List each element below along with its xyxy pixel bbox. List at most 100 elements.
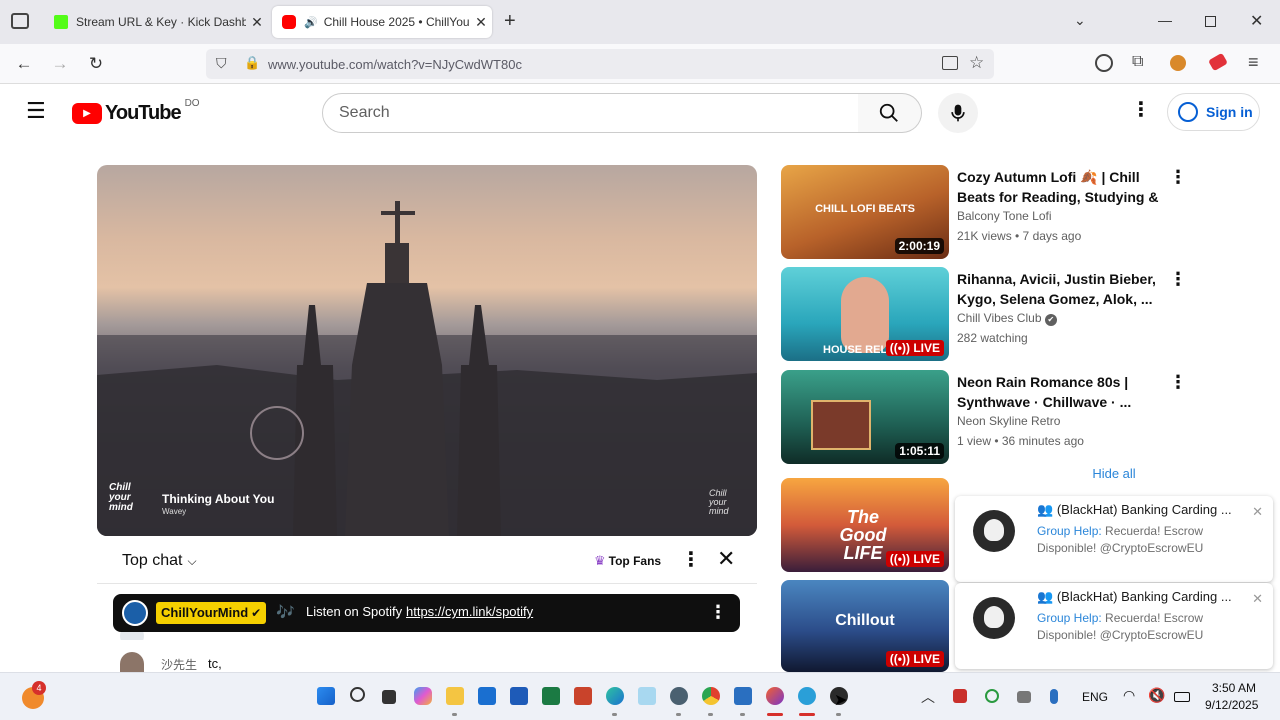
- maximize-window-button[interactable]: [1205, 16, 1216, 27]
- store-icon[interactable]: [478, 687, 496, 705]
- video-player[interactable]: Chill your mind Thinking About You Wavey…: [97, 165, 757, 536]
- action-menu-kebab-icon[interactable]: ⋮: [1169, 168, 1187, 186]
- running-indicator: [612, 713, 617, 716]
- telegram-notification[interactable]: 👥 (BlackHat) Banking Carding ... Group H…: [955, 583, 1273, 669]
- video-thumbnail[interactable]: 1:05:11: [781, 370, 949, 464]
- volume-muted-icon[interactable]: 🔇: [1148, 687, 1165, 704]
- tray-microphone-icon[interactable]: [1050, 689, 1058, 704]
- calculator-icon[interactable]: [734, 687, 752, 705]
- copilot-icon[interactable]: [414, 687, 432, 705]
- chrome-icon[interactable]: [702, 687, 720, 705]
- chat-mode-label: Top chat: [122, 552, 183, 569]
- pinned-text: Listen on Spotify: [306, 604, 403, 619]
- input-language[interactable]: ENG: [1082, 690, 1108, 704]
- close-chat-icon[interactable]: ✕: [717, 548, 735, 570]
- pinned-link[interactable]: https://cym.link/spotify: [406, 604, 533, 619]
- recommendation-item[interactable]: CHILL LOFI BEATS 2:00:19 Cozy Autumn Lof…: [781, 165, 1187, 260]
- list-all-tabs-icon[interactable]: ⌄: [1074, 12, 1086, 29]
- tab-youtube-chill-house[interactable]: 🔊 Chill House 2025 • ChillYou ✕: [272, 6, 492, 38]
- sign-in-button[interactable]: Sign in: [1167, 93, 1260, 131]
- extension-cookie-icon[interactable]: [1170, 55, 1186, 71]
- telegram-notification[interactable]: 👥 (BlackHat) Banking Carding ... Group H…: [955, 496, 1273, 582]
- task-view-icon[interactable]: [382, 690, 396, 704]
- tray-sync-icon[interactable]: [985, 689, 999, 703]
- minimize-window-button[interactable]: —: [1158, 12, 1172, 28]
- telegram-icon[interactable]: [798, 687, 816, 705]
- tab-kick-dashboard[interactable]: Stream URL & Key · Kick Dashb ✕: [44, 6, 268, 38]
- video-title[interactable]: Rihanna, Avicii, Justin Bieber, Kygo, Se…: [957, 269, 1161, 309]
- show-hidden-icons-chevron[interactable]: ︿: [921, 687, 935, 707]
- wifi-icon[interactable]: ◠: [1123, 687, 1135, 704]
- paint-icon[interactable]: [638, 687, 656, 705]
- action-menu-kebab-icon[interactable]: ⋮: [1169, 270, 1187, 288]
- edge-icon[interactable]: [606, 687, 624, 705]
- clock-time[interactable]: 3:50 AM: [1212, 681, 1256, 695]
- picture-in-picture-icon[interactable]: [942, 56, 958, 70]
- forward-button[interactable]: →: [48, 52, 72, 76]
- pinned-author-badge[interactable]: ChillYourMind ✔: [156, 602, 267, 624]
- powerpoint-icon[interactable]: [574, 687, 592, 705]
- live-broadcast-icon: ((•)): [889, 341, 914, 355]
- settings-kebab-icon[interactable]: ⋮: [1131, 100, 1151, 120]
- video-thumbnail[interactable]: Chillout ((•)) LIVE: [781, 580, 949, 672]
- new-tab-button[interactable]: +: [504, 10, 516, 33]
- lock-icon[interactable]: 🔒: [244, 55, 260, 71]
- back-button[interactable]: ←: [12, 52, 36, 76]
- reload-button[interactable]: ↻: [84, 52, 108, 76]
- search-input[interactable]: [339, 104, 819, 122]
- tray-network-drive-icon[interactable]: [1017, 691, 1031, 703]
- close-tab-icon[interactable]: ✕: [470, 14, 492, 31]
- url-bar[interactable]: ⛉ 🔒 www.youtube.com/watch?v=NJyCwdWT80c …: [206, 49, 994, 79]
- video-meta: 1 view • 36 minutes ago: [957, 434, 1084, 448]
- app-icon[interactable]: [670, 687, 688, 705]
- recommendation-item[interactable]: HOUSE RELAX ((•)) LIVE Rihanna, Avicii, …: [781, 267, 1187, 362]
- search-box[interactable]: [322, 93, 859, 133]
- hide-all-notifications[interactable]: Hide all: [955, 460, 1273, 488]
- extension-eraser-icon[interactable]: [1208, 52, 1228, 72]
- firefox-icon[interactable]: [766, 687, 784, 705]
- extensions-icon[interactable]: ⧉: [1132, 53, 1143, 71]
- action-menu-kebab-icon[interactable]: ⋮: [1169, 373, 1187, 391]
- channel-name[interactable]: Neon Skyline Retro: [957, 414, 1060, 428]
- search-icon[interactable]: [350, 687, 365, 702]
- tray-app-icon[interactable]: [953, 689, 967, 703]
- video-thumbnail[interactable]: HOUSE RELAX ((•)) LIVE: [781, 267, 949, 361]
- video-thumbnail[interactable]: The Good LIFE ((•)) LIVE: [781, 478, 949, 572]
- channel-name[interactable]: Chill Vibes Club ✔: [957, 311, 1057, 326]
- bookmark-star-icon[interactable]: ☆: [969, 53, 984, 73]
- video-thumbnail[interactable]: CHILL LOFI BEATS 2:00:19: [781, 165, 949, 259]
- audio-playing-icon[interactable]: 🔊: [304, 16, 318, 29]
- notification-count-badge: 4: [32, 681, 46, 695]
- recommendation-item[interactable]: 1:05:11 Neon Rain Romance 80s | Synthwav…: [781, 370, 1187, 465]
- chat-mode-dropdown[interactable]: Top chat ⌵: [122, 552, 197, 570]
- account-icon[interactable]: [1095, 54, 1113, 72]
- word-icon[interactable]: [510, 687, 528, 705]
- active-indicator: [799, 713, 815, 716]
- voice-search-button[interactable]: [938, 93, 978, 133]
- close-tab-icon[interactable]: ✕: [246, 14, 268, 31]
- clock-date[interactable]: 9/12/2025: [1205, 698, 1258, 712]
- pinned-message[interactable]: ChillYourMind ✔ 🎶 Listen on Spotify http…: [113, 594, 740, 632]
- hide-all-label[interactable]: Hide all: [1092, 466, 1135, 481]
- chat-options-kebab-icon[interactable]: ⋮: [681, 550, 701, 570]
- youtube-logo[interactable]: ▶ YouTube DO: [72, 98, 200, 124]
- tracking-protection-icon[interactable]: ⛉: [216, 55, 227, 72]
- video-title[interactable]: Cozy Autumn Lofi 🍂 | Chill Beats for Rea…: [957, 167, 1161, 207]
- close-window-button[interactable]: ✕: [1250, 11, 1263, 31]
- dismiss-notification-icon[interactable]: ✕: [1252, 591, 1263, 607]
- pinned-options-kebab-icon[interactable]: ⋮: [709, 602, 727, 622]
- windows-start-icon[interactable]: [317, 687, 335, 705]
- channel-name[interactable]: Balcony Tone Lofi: [957, 209, 1052, 223]
- video-title[interactable]: Neon Rain Romance 80s | Synthwave · Chil…: [957, 372, 1161, 412]
- guide-menu-icon[interactable]: ☰: [26, 100, 46, 122]
- tab-list-icon[interactable]: [11, 13, 29, 29]
- excel-icon[interactable]: [542, 687, 560, 705]
- battery-icon[interactable]: [1174, 692, 1190, 702]
- file-explorer-icon[interactable]: [446, 687, 464, 705]
- url-text[interactable]: www.youtube.com/watch?v=NJyCwdWT80c: [268, 57, 522, 72]
- search-button[interactable]: [858, 93, 922, 133]
- top-fans-button[interactable]: ♛ Top Fans: [594, 553, 661, 569]
- thumbnail-face: [841, 277, 889, 353]
- app-menu-icon[interactable]: ≡: [1248, 52, 1259, 73]
- dismiss-notification-icon[interactable]: ✕: [1252, 504, 1263, 520]
